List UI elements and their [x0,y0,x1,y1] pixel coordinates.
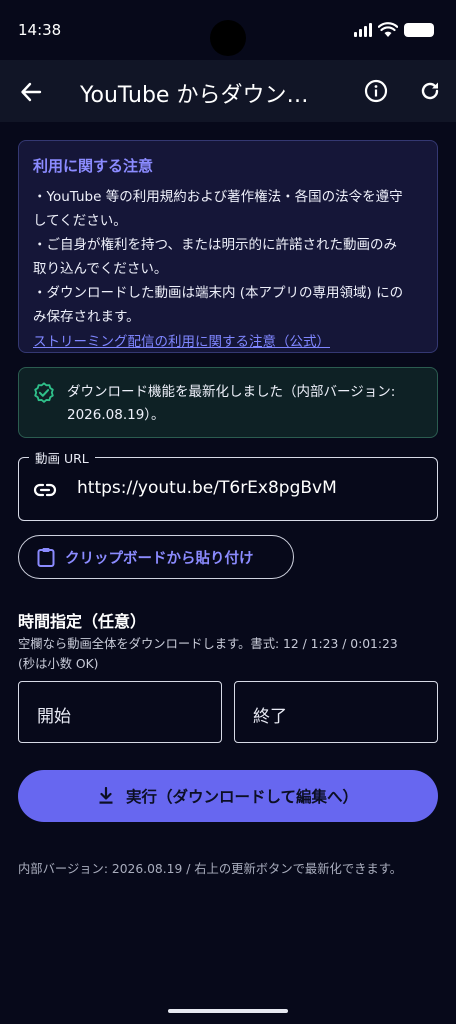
run-button-label: 実行（ダウンロードして編集へ） [125,788,359,806]
battery-icon [404,23,434,37]
update-success-banner: ダウンロード機能を最新化しました（内部バージョン: 2026.08.19）。 [18,367,438,438]
cellular-signal-icon [354,23,372,37]
download-icon [99,787,113,804]
usage-notice-card: 利用に関する注意 ・YouTube 等の利用規約および著作権法・各国の法令を遵守… [18,140,438,353]
link-icon [33,483,57,497]
camera-cutout [210,20,246,56]
refresh-button[interactable] [416,77,444,105]
notice-line: ・ご自身が権利を持つ、または明示的に許諾された動画のみ [33,237,397,253]
time-range-help: 空欄なら動画全体をダウンロードします。書式: 12 / 1:23 / 0:01:… [18,634,438,674]
status-bar: 14:38 [0,0,456,60]
help-line: (秒は小数 OK) [18,657,99,671]
help-line: 空欄なら動画全体をダウンロードします。書式: 12 / 1:23 / 0:01:… [18,637,398,651]
refresh-icon [421,82,439,100]
footer-version-note: 内部バージョン: 2026.08.19 / 右上の更新ボタンで最新化できます。 [18,862,403,876]
status-icons [354,22,434,38]
paste-from-clipboard-button[interactable]: クリップボードから貼り付け [18,535,294,579]
streaming-notice-link[interactable]: ストリーミング配信の利用に関する注意（公式） [33,331,423,353]
success-line: ダウンロード機能を最新化しました（内部バージョン: [67,384,396,400]
notice-line: み保存されます。 [33,309,140,325]
page-title: YouTube からダウンロード [80,83,330,108]
notice-title: 利用に関する注意 [33,157,154,175]
end-time-input[interactable]: 終了 [234,681,438,743]
notice-line: 取り込んでください。 [33,261,168,277]
notice-line: してください。 [33,213,127,229]
top-app-bar: YouTube からダウンロード [0,60,456,122]
home-indicator[interactable] [168,1009,288,1013]
info-button[interactable] [362,77,390,105]
clipboard-icon [37,548,55,567]
time-range-title: 時間指定（任意） [18,612,147,631]
video-url-field[interactable]: 動画 URL https://youtu.be/T6rEx8pgBvM [18,448,438,521]
success-line: 2026.08.19）。 [67,407,165,423]
arrow-back-icon [21,82,42,102]
url-field-label: 動画 URL [29,448,95,467]
wifi-icon [378,22,398,37]
status-time: 14:38 [18,21,62,39]
notice-line: ・ダウンロードした動画は端末内 (本アプリの専用領域) にの [33,285,404,301]
url-input-value[interactable]: https://youtu.be/T6rEx8pgBvM [77,478,337,498]
notice-line: ・YouTube 等の利用規約および著作権法・各国の法令を遵守 [33,189,403,205]
back-button[interactable] [16,77,46,107]
info-icon [364,79,388,103]
success-message: ダウンロード機能を最新化しました（内部バージョン: 2026.08.19）。 [67,381,427,427]
paste-button-label: クリップボードから貼り付け [65,550,254,567]
start-time-input[interactable]: 開始 [18,681,222,743]
verified-check-icon [34,382,54,403]
run-download-button[interactable]: 実行（ダウンロードして編集へ） [18,770,438,822]
